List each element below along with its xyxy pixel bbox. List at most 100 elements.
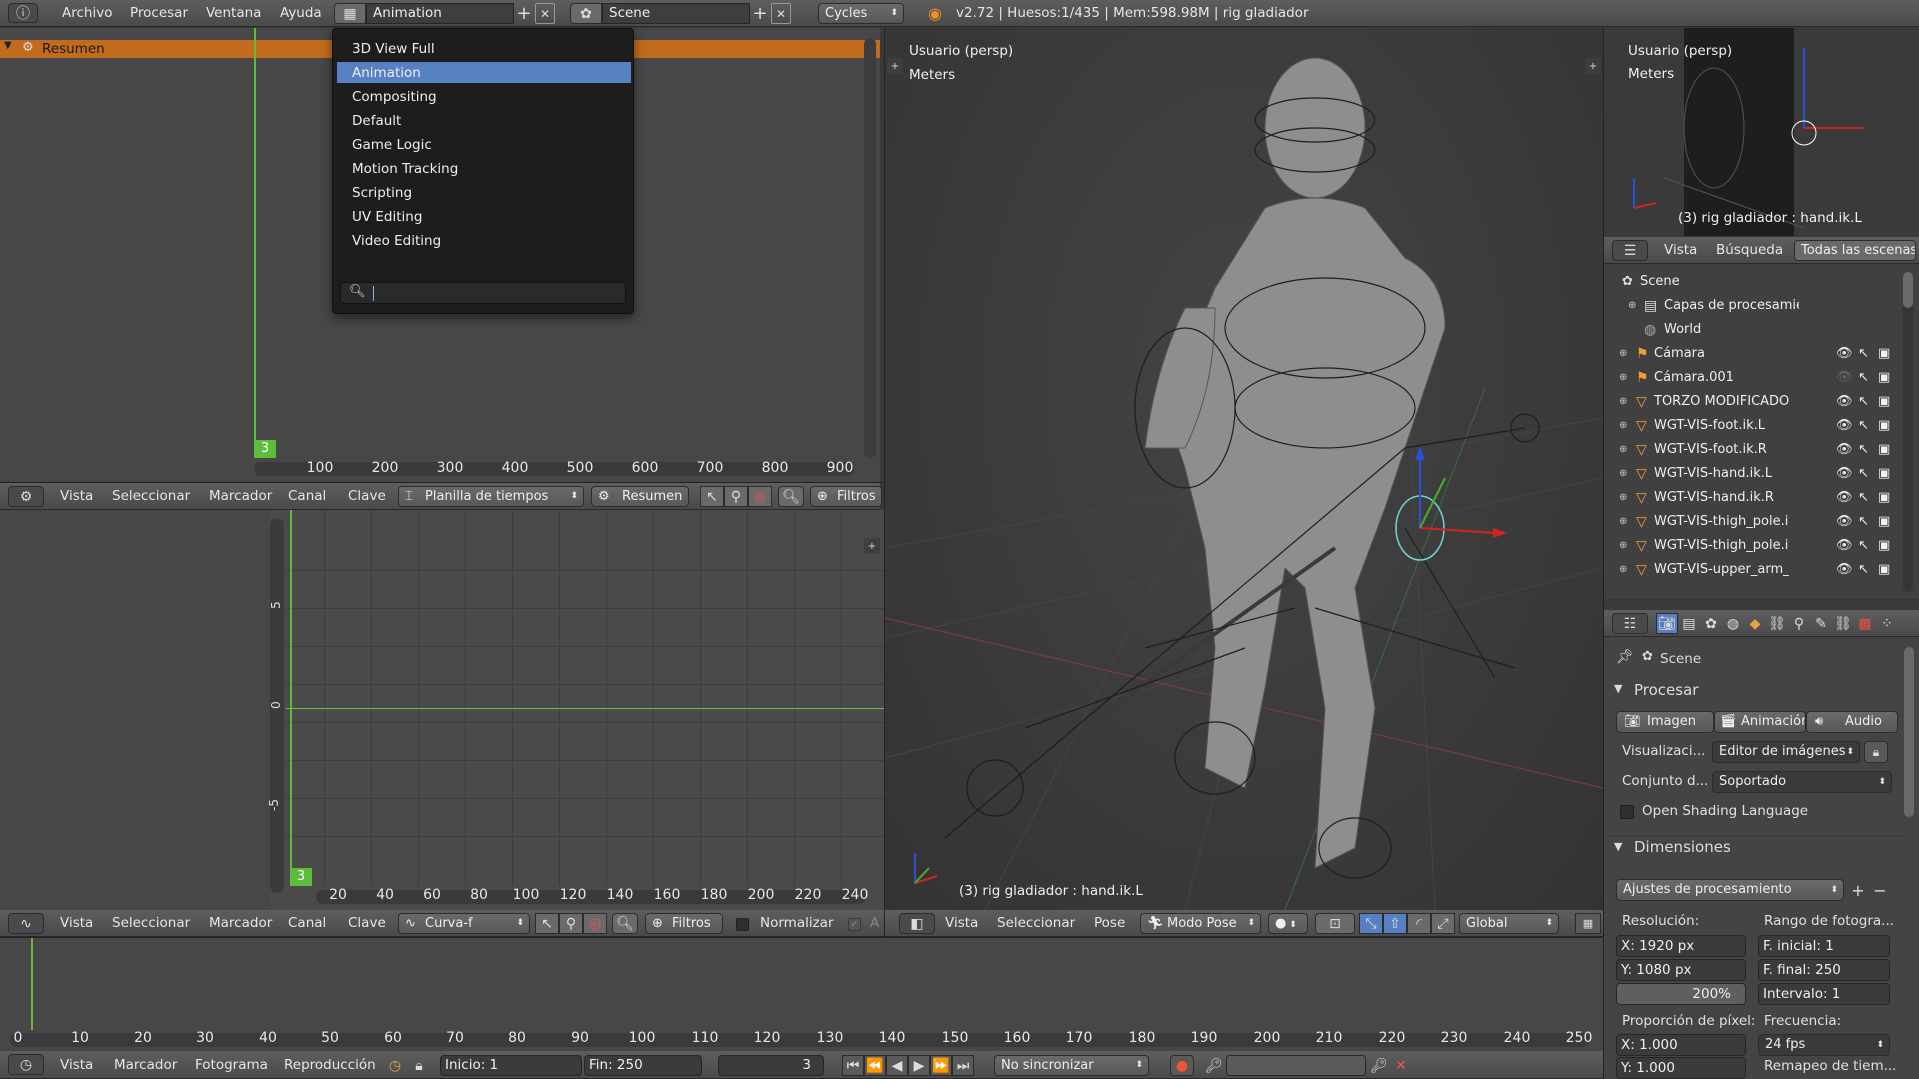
- layout-option-motion-tracking[interactable]: Motion Tracking: [352, 159, 458, 179]
- resolution-y-field[interactable]: Y: 1080 px: [1616, 959, 1746, 981]
- insert-keyframe-icon[interactable]: 🔑︎: [1368, 1055, 1390, 1076]
- mode-select[interactable]: 🏃︎ Modo Pose ⬍: [1140, 913, 1261, 934]
- current-frame-input[interactable]: 3: [718, 1055, 824, 1076]
- summary-toggle[interactable]: ⚙ Resumen: [591, 486, 689, 507]
- sync-mode-select[interactable]: No sincronizar ⬍: [994, 1055, 1149, 1076]
- cursor-icon[interactable]: ↖: [1858, 560, 1869, 580]
- outliner-row[interactable]: ⊕ ▽ WGT-VIS-foot.ik.R 👁︎ ↖ ▣: [1604, 440, 1890, 460]
- layout-option-game-logic[interactable]: Game Logic: [352, 135, 432, 155]
- layout-name-field[interactable]: Animation: [366, 3, 514, 24]
- render-icon[interactable]: ▣: [1878, 344, 1890, 364]
- record-icon[interactable]: ●: [1170, 1055, 1194, 1076]
- pivot-icon[interactable]: ⊡: [1315, 913, 1355, 934]
- auto-normalize-checkbox[interactable]: ✓: [848, 918, 861, 931]
- resolution-x-field[interactable]: X: 1920 px: [1616, 935, 1746, 957]
- tl-menu-reproduccion[interactable]: Reproducción: [284, 1051, 376, 1079]
- cursor-icon[interactable]: ↖: [1858, 464, 1869, 484]
- cursor-icon[interactable]: ↖: [1858, 536, 1869, 556]
- lock-range-icon[interactable]: 🔒︎: [408, 1055, 430, 1076]
- graph-mode-select[interactable]: ∿ Curva-f ⬍: [398, 913, 530, 934]
- eye-icon[interactable]: 👁︎: [1836, 536, 1853, 556]
- graph-filters-button[interactable]: ⊕ Filtros: [645, 913, 723, 934]
- frame-start-field[interactable]: F. inicial: 1: [1758, 935, 1890, 957]
- outliner-row[interactable]: ⊕ ▽ TORZO MODIFICADO COR 👁︎↖ ▣: [1604, 392, 1890, 412]
- jump-end-icon[interactable]: ⏭: [952, 1055, 974, 1076]
- scene-browse-icon[interactable]: ✿: [570, 3, 602, 24]
- layout-browse-icon[interactable]: ▦: [334, 3, 366, 24]
- eye-icon[interactable]: 👁︎: [1836, 512, 1853, 532]
- ds-menu-vista[interactable]: Vista: [60, 483, 93, 510]
- layout-option-3d-view-full[interactable]: 3D View Full: [352, 39, 435, 59]
- fps-select[interactable]: 24 fps ⬍: [1758, 1034, 1890, 1056]
- constraints-tab-icon[interactable]: ⛓: [1766, 613, 1788, 634]
- world-tab-icon[interactable]: ◍: [1722, 613, 1744, 634]
- info-icon[interactable]: ⓘ: [8, 3, 38, 23]
- render-engine-select[interactable]: Cycles ⬍: [818, 3, 904, 24]
- render-icon[interactable]: ▣: [1878, 440, 1890, 460]
- outliner-row[interactable]: ⊕ ▽ WGT-VIS-upper_arm_pole.i 👁︎↖ ▣: [1604, 560, 1890, 580]
- outliner-row[interactable]: ⊕ ▽ WGT-VIS-hand.ik.L 👁︎ ↖ ▣: [1604, 464, 1890, 484]
- tl-menu-fotograma[interactable]: Fotograma: [195, 1051, 268, 1079]
- graph-menu-marcador[interactable]: Marcador: [209, 910, 272, 937]
- select-icon[interactable]: ↖: [700, 486, 724, 507]
- expand-icon[interactable]: ⊕: [1619, 440, 1627, 460]
- frame-end-input[interactable]: Fin: 250: [584, 1055, 702, 1076]
- target-icon[interactable]: ◎: [748, 486, 772, 507]
- delete-keyframe-icon[interactable]: ✕: [1390, 1055, 1412, 1076]
- texture-tab-icon[interactable]: ▩: [1854, 613, 1876, 634]
- rotate-icon[interactable]: ◜: [1407, 913, 1431, 934]
- expand-icon[interactable]: ⊕: [1619, 416, 1627, 436]
- preview-range-clock-icon[interactable]: ◷: [384, 1055, 406, 1076]
- jump-start-icon[interactable]: ⏮: [842, 1055, 864, 1076]
- expand-icon[interactable]: ⊕: [1619, 560, 1627, 580]
- cursor-icon[interactable]: ↖: [1858, 392, 1869, 412]
- cursor-icon[interactable]: ↖: [1858, 416, 1869, 436]
- add-layout-icon[interactable]: +: [514, 3, 534, 24]
- graph-corner-plus-icon[interactable]: +: [864, 538, 880, 554]
- mini-viewport[interactable]: Usuario (persp) Meters (3) rig gladiador…: [1604, 28, 1919, 236]
- outliner-row[interactable]: ⊕ ▽ WGT-VIS-thigh_pole.ik.R 👁︎↖ ▣: [1604, 536, 1890, 556]
- outliner-display-mode[interactable]: Todas las escenas: [1794, 240, 1916, 261]
- dopesheet-vscroll[interactable]: [864, 38, 876, 458]
- keying-set-field[interactable]: [1226, 1055, 1366, 1076]
- layout-option-compositing[interactable]: Compositing: [352, 87, 437, 107]
- properties-vscroll[interactable]: [1904, 647, 1914, 817]
- bone-constraints-tab-icon[interactable]: ⛓: [1832, 613, 1854, 634]
- graph-menu-canal[interactable]: Canal: [288, 910, 326, 937]
- translate-icon[interactable]: ⇧: [1383, 913, 1407, 934]
- remove-layout-icon[interactable]: ✕: [535, 3, 555, 24]
- particles-tab-icon[interactable]: ⁘: [1876, 613, 1898, 634]
- layout-option-uv-editing[interactable]: UV Editing: [352, 207, 422, 227]
- tl-menu-marcador[interactable]: Marcador: [114, 1051, 177, 1079]
- orientation-select[interactable]: Global ⬍: [1459, 913, 1559, 934]
- shading-select[interactable]: ● ⬍: [1268, 913, 1308, 934]
- viewport-left-plus-icon[interactable]: +: [887, 58, 903, 74]
- eye-icon[interactable]: 👁︎: [1836, 416, 1853, 436]
- aspect-y-field[interactable]: Y: 1.000: [1616, 1057, 1746, 1079]
- cursor-icon[interactable]: ↖: [1858, 344, 1869, 364]
- expand-icon[interactable]: ⊕: [1619, 512, 1627, 532]
- eye-icon[interactable]: 👁︎: [1836, 488, 1853, 508]
- outliner-row[interactable]: ⊕ ▽ WGT-VIS-foot.ik.L 👁︎ ↖ ▣: [1604, 416, 1890, 436]
- expand-icon[interactable]: ⊕: [1619, 344, 1627, 364]
- viewport-editor-type-icon[interactable]: ◧: [899, 913, 935, 934]
- object-tab-icon[interactable]: ◆: [1744, 613, 1766, 634]
- dopesheet-ruler[interactable]: 100 200 300 400 500 600 700 800 900: [250, 458, 860, 482]
- resolution-percent-field[interactable]: 200%: [1616, 983, 1746, 1005]
- layers-grid-icon[interactable]: ▦: [1575, 913, 1601, 934]
- graph-target-icon[interactable]: ◎: [583, 913, 607, 934]
- vp-menu-pose[interactable]: Pose: [1094, 910, 1125, 937]
- eye-icon[interactable]: 👁︎: [1836, 560, 1853, 580]
- render-icon[interactable]: ▣: [1878, 368, 1890, 388]
- outliner-editor-type-icon[interactable]: ☰: [1612, 240, 1648, 261]
- outliner-row[interactable]: ✿ Scene: [1604, 272, 1850, 292]
- graph-zoom-icon[interactable]: 🔍︎: [612, 913, 638, 934]
- layout-option-scripting[interactable]: Scripting: [352, 183, 412, 203]
- layout-search-field[interactable]: 🔍︎: [340, 282, 626, 304]
- graph-select-icon[interactable]: ↖: [535, 913, 559, 934]
- manipulator-icon[interactable]: ⤡: [1359, 913, 1383, 934]
- play-icon[interactable]: ▶: [908, 1055, 930, 1076]
- filters-button[interactable]: ⊕ Filtros: [810, 486, 882, 507]
- ds-menu-marcador[interactable]: Marcador: [209, 483, 272, 510]
- add-preset-icon[interactable]: +: [1848, 879, 1868, 901]
